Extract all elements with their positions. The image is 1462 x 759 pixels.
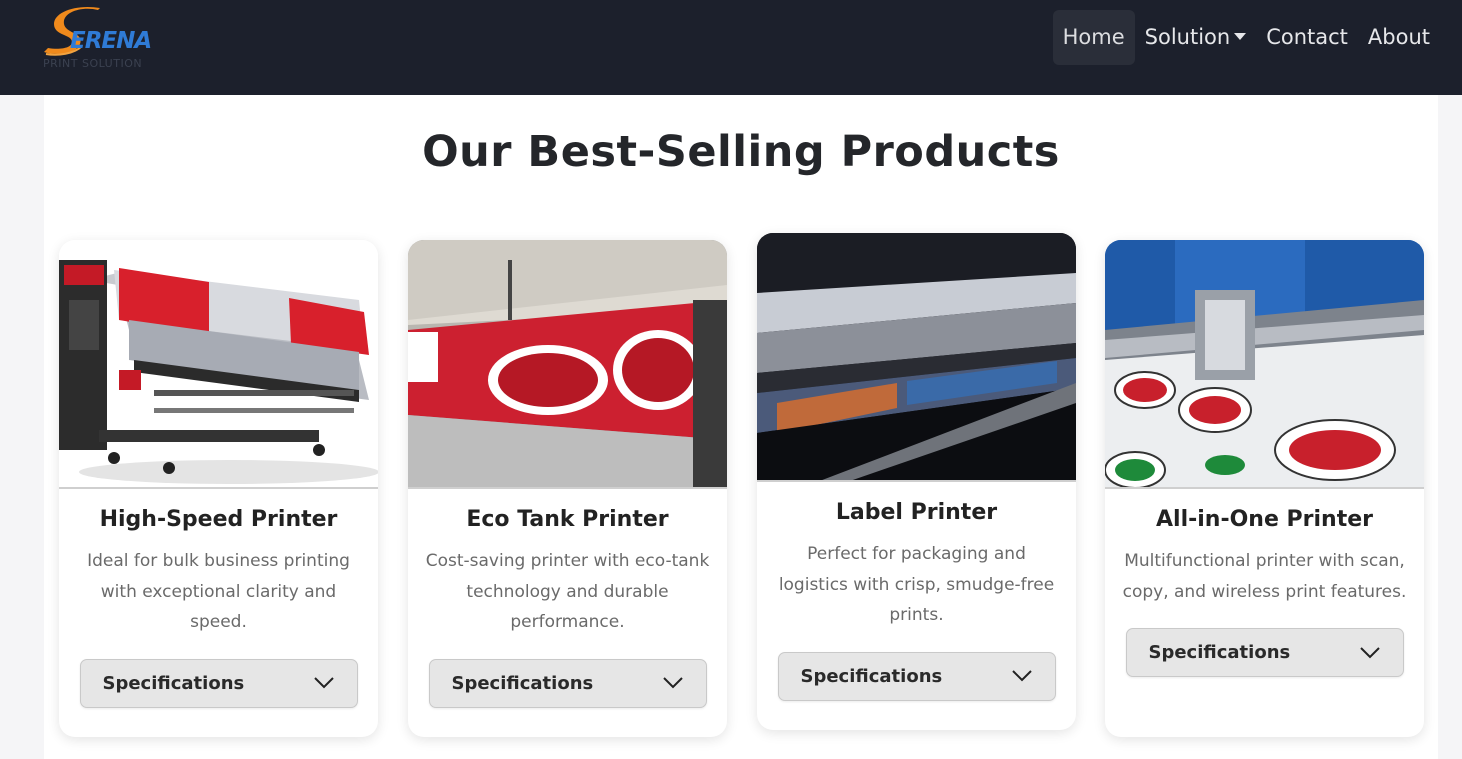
specifications-button[interactable]: Specifications xyxy=(79,658,358,708)
specifications-button[interactable]: Specifications xyxy=(1125,628,1404,677)
nav-home[interactable]: Home xyxy=(1052,10,1135,65)
product-card-label: Label Printer Perfect for packaging and … xyxy=(757,233,1076,730)
specifications-label: Specifications xyxy=(451,672,594,694)
product-description: Perfect for packaging and logistics with… xyxy=(778,544,1055,625)
product-title: Eco Tank Printer xyxy=(466,507,669,532)
product-card-eco-tank: Eco Tank Printer Cost-saving printer wit… xyxy=(408,240,727,737)
product-description: Cost-saving printer with eco-tank techno… xyxy=(425,551,710,632)
product-description: Ideal for bulk business printing with ex… xyxy=(87,551,350,632)
serena-logo[interactable]: ERENA PRINT SOLUTION xyxy=(40,6,160,72)
product-image-all-in-one xyxy=(1105,240,1424,489)
chevron-down-icon xyxy=(1359,646,1380,658)
product-card-high-speed: High-Speed Printer Ideal for bulk busine… xyxy=(59,240,378,737)
logo-tagline: PRINT SOLUTION xyxy=(43,57,143,70)
section-title: Our Best-Selling Products xyxy=(422,127,1060,177)
specifications-label: Specifications xyxy=(1148,642,1291,663)
specifications-button[interactable]: Specifications xyxy=(428,658,707,708)
nav-contact-label: Contact xyxy=(1266,25,1348,49)
product-image-label xyxy=(757,233,1076,482)
main-nav: Home Solution Contact About xyxy=(1052,10,1440,65)
specifications-label: Specifications xyxy=(800,665,943,687)
chevron-down-icon xyxy=(313,677,334,689)
top-navbar: ERENA PRINT SOLUTION Home Solution Conta… xyxy=(0,0,1462,95)
product-title: Label Printer xyxy=(835,500,998,525)
nav-contact[interactable]: Contact xyxy=(1256,10,1358,65)
product-title: High-Speed Printer xyxy=(99,507,338,532)
nav-about-label: About xyxy=(1367,25,1430,49)
chevron-down-icon xyxy=(662,677,683,689)
product-title: All-in-One Printer xyxy=(1156,507,1373,532)
specifications-button[interactable]: Specifications xyxy=(777,651,1056,701)
nav-solution-dropdown[interactable]: Solution xyxy=(1135,10,1257,65)
caret-down-icon xyxy=(1234,33,1247,40)
product-card-all-in-one: All-in-One Printer Multifunctional print… xyxy=(1105,240,1424,737)
chevron-down-icon xyxy=(1011,670,1032,682)
product-description: Multifunctional printer with scan, copy,… xyxy=(1122,551,1407,602)
nav-solution-label: Solution xyxy=(1144,25,1231,49)
nav-home-label: Home xyxy=(1062,25,1125,49)
logo-wordmark: ERENA xyxy=(70,28,152,54)
product-image-eco-tank xyxy=(408,240,727,489)
product-image-high-speed xyxy=(59,240,378,489)
nav-about[interactable]: About xyxy=(1358,10,1440,65)
specifications-label: Specifications xyxy=(102,672,245,694)
best-selling-section: Our Best-Selling Products High-Speed Pri… xyxy=(44,95,1438,759)
